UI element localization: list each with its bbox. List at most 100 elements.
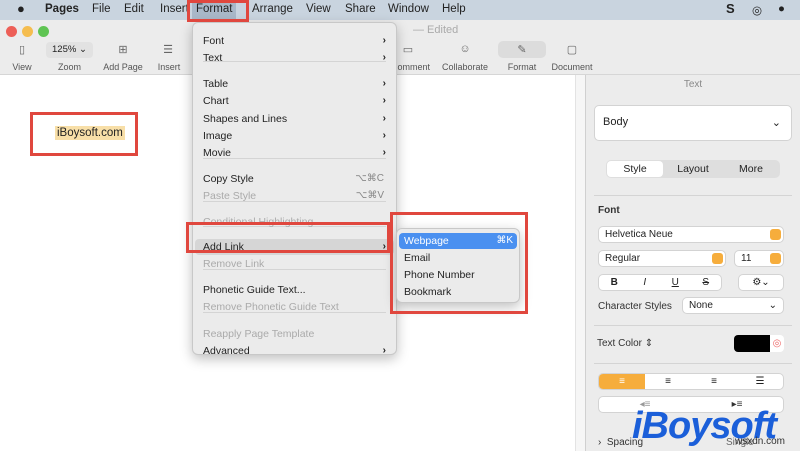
zoom-value: 125% [52,44,77,55]
font-weight-select[interactable]: Regular [598,250,726,267]
format-menu-item-advanced[interactable]: Advanced › [203,343,388,359]
minimize-button[interactable] [22,26,33,37]
insert-label: Insert [157,62,181,72]
underline-button[interactable]: U [660,275,691,290]
comment-icon[interactable]: ▭ [400,43,416,56]
insert-icon[interactable]: ☰ [158,43,178,56]
format-menu-item-movie[interactable]: Movie › [203,145,388,161]
font-label: Font [598,205,620,216]
menu-insert[interactable]: Insert [160,3,189,15]
stepper-icon [770,253,781,264]
menu-item-label: Advanced [203,345,250,357]
chevron-right-icon: › [382,345,386,356]
sidebar-view-icon[interactable]: ▯ [12,43,32,56]
format-menu: Font › Text › Table › Chart › Shapes and Lines › I… [192,22,397,357]
menu-shortcut: ⌥⌘C [355,173,384,184]
tab-layout[interactable]: Layout [665,161,721,177]
menu-item-label: Font [203,35,225,47]
search-chat-icon[interactable]: ◎ [752,3,762,17]
apple-icon[interactable]: ● [17,1,25,16]
menu-bar: ● Pages File Edit Insert Format Arrange … [0,0,800,20]
menu-item-label: Text [203,52,223,64]
format-brush-icon[interactable]: ✎ [512,43,532,56]
format-menu-item-paste-style[interactable]: Paste Style ⌥⌘V [203,188,388,204]
window-title: — Edited [413,24,459,36]
menu-item-label: Chart [203,95,229,107]
stepper-icon [770,229,781,240]
menu-item-label: Reapply Page Template [203,328,315,340]
document-label: Document [551,62,593,72]
format-menu-item-table[interactable]: Table › [203,76,388,92]
add-page-icon[interactable]: ⊞ [113,43,133,56]
font-weight-value: Regular [605,253,641,264]
text-color-well[interactable] [734,335,770,352]
justify-button[interactable]: ☰ [737,374,783,389]
font-family-select[interactable]: Helvetica Neue [598,226,784,243]
add-page-label: Add Page [103,62,143,72]
format-menu-item-reapply-page-template[interactable]: Reapply Page Template [203,326,388,342]
chevron-right-icon: › [382,113,386,124]
format-menu-item-image[interactable]: Image › [203,128,388,144]
chevron-right-icon: › [382,147,386,158]
format-menu-item-remove-phonetic-guide-text[interactable]: Remove Phonetic Guide Text [203,299,388,315]
s-icon[interactable]: S [726,1,735,16]
menu-item-label: Phonetic Guide Text... [203,284,306,296]
chevron-right-icon: › [382,95,386,106]
callout-link-submenu [390,212,528,314]
font-size-field[interactable]: 11 [734,250,784,267]
format-sidebar: Text Body ⌄ Style Layout More Font Helvet… [585,75,800,451]
tab-more[interactable]: More [723,161,779,177]
menu-share[interactable]: Share [345,3,376,15]
menu-item-label: Remove Link [203,258,265,270]
format-menu-item-shapes-and-lines[interactable]: Shapes and Lines › [203,111,388,127]
menu-item-label: Remove Phonetic Guide Text [203,301,339,313]
italic-button[interactable]: I [630,275,661,290]
menu-item-label: Paste Style [203,190,257,202]
notification-icon[interactable]: ● [778,3,785,15]
bold-button[interactable]: B [599,275,630,290]
format-menu-item-copy-style[interactable]: Copy Style ⌥⌘C [203,171,388,187]
format-menu-item-phonetic-guide-text[interactable]: Phonetic Guide Text... [203,282,388,298]
strikethrough-button[interactable]: S [691,275,722,290]
color-wheel-icon[interactable]: ◎ [770,335,784,352]
character-styles-select[interactable]: None ⌄ [682,297,784,314]
zoom-select[interactable]: 125% ⌄ [46,42,93,58]
scrollbar[interactable] [575,75,585,451]
character-styles-value: None [689,300,713,311]
format-menu-item-chart[interactable]: Chart › [203,93,388,109]
site-watermark: wsxdn.com [735,436,786,447]
zoom-label: Zoom [57,62,81,72]
align-left-button[interactable]: ≡ [599,374,645,389]
sidebar-header: Text [683,79,703,90]
menu-view[interactable]: View [306,3,331,15]
chevron-down-icon: ⌄ [771,117,781,129]
paragraph-style-select[interactable]: Body ⌄ [594,105,792,141]
callout-format-menu [187,0,249,22]
menu-item-label: Shapes and Lines [203,113,288,125]
menu-edit[interactable]: Edit [124,3,144,15]
chevron-right-icon: › [382,130,386,141]
chevron-right-icon: › [382,35,386,46]
format-menu-item-remove-link[interactable]: Remove Link [203,256,388,272]
document-icon[interactable]: ▢ [562,43,582,56]
menu-pages[interactable]: Pages [45,3,79,15]
menu-shortcut: ⌥⌘V [355,190,384,201]
text-color-label: Text Color ⇕ [597,338,654,349]
zoom-window-button[interactable] [38,26,49,37]
align-center-button[interactable]: ≡ [645,374,691,389]
menu-item-label: Table [203,78,229,90]
text-options-button[interactable]: ⚙⌄ [738,274,784,291]
menu-help[interactable]: Help [442,3,466,15]
format-menu-item-text[interactable]: Text › [203,50,388,66]
menu-arrange[interactable]: Arrange [252,3,293,15]
menu-file[interactable]: File [92,3,111,15]
font-size-value: 11 [741,253,752,264]
format-menu-item-font[interactable]: Font › [203,33,388,49]
align-right-button[interactable]: ≡ [691,374,737,389]
menu-window[interactable]: Window [388,3,429,15]
tab-style[interactable]: Style [607,161,663,177]
menu-item-label: Image [203,130,233,142]
collaborate-icon[interactable]: ☺ [455,43,475,55]
close-button[interactable] [6,26,17,37]
chevron-down-icon: ⌄ [768,300,777,311]
